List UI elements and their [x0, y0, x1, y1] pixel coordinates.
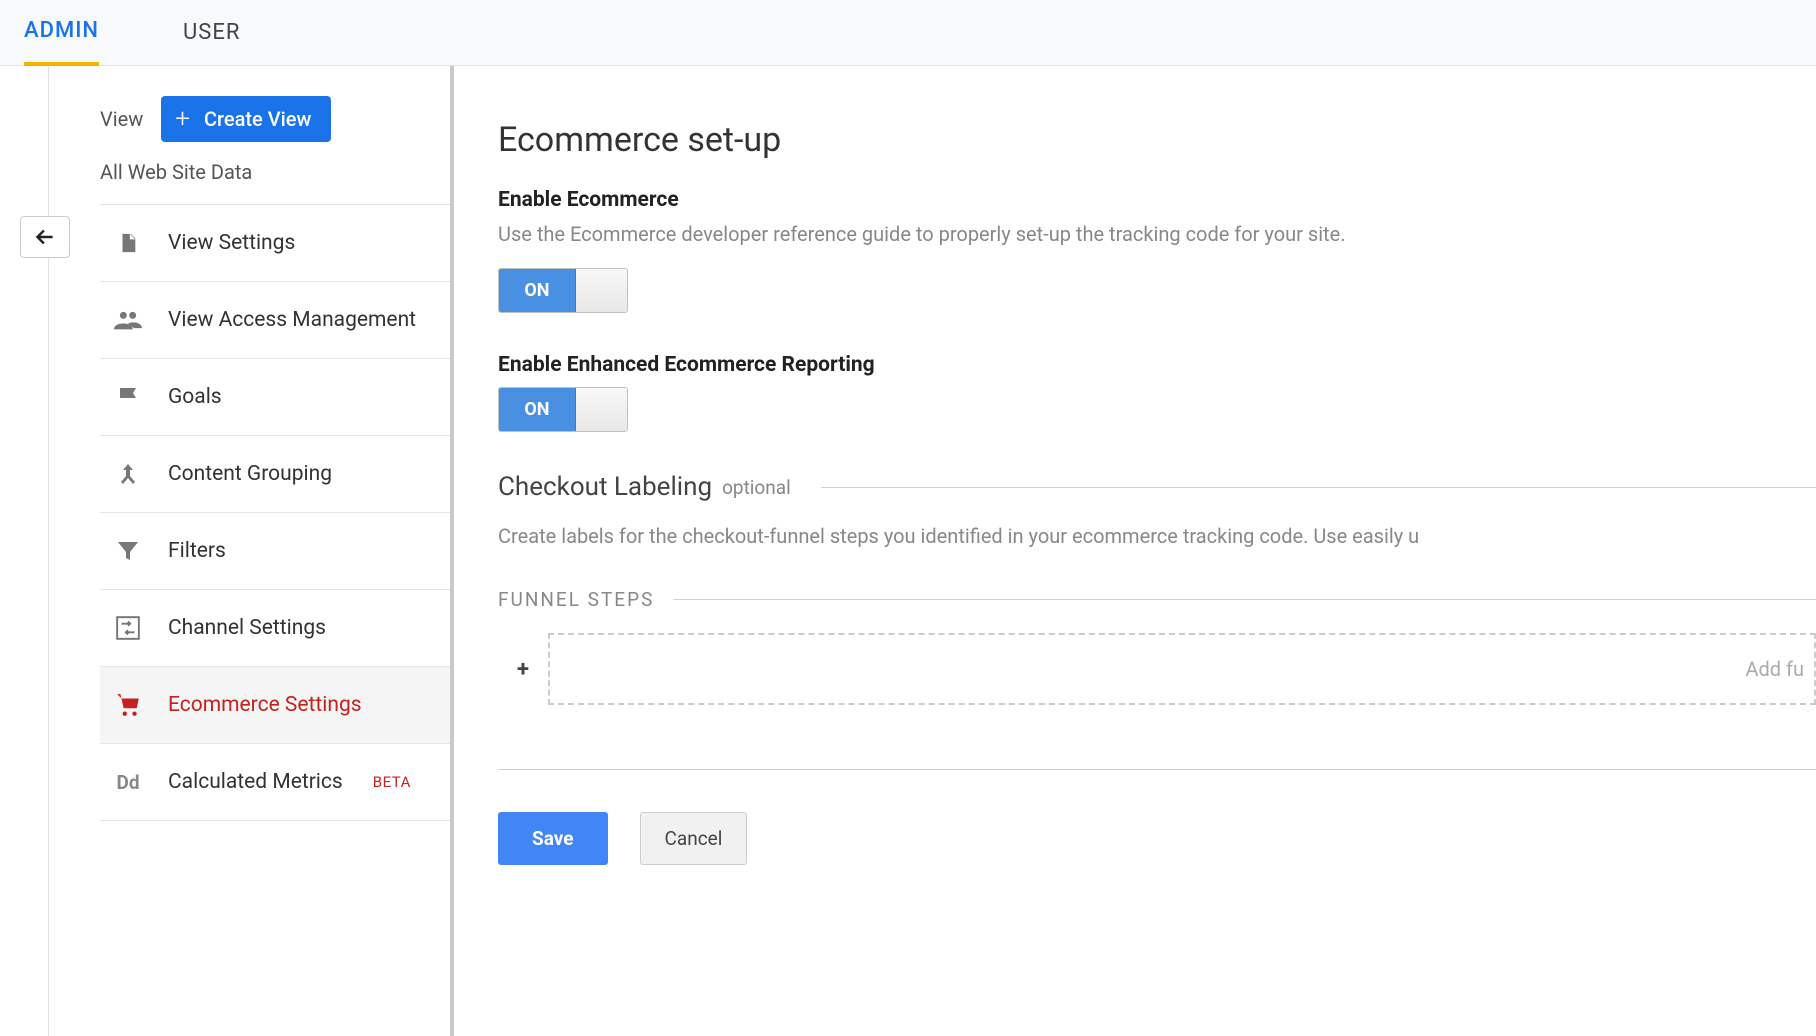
- heading-line: [821, 487, 1816, 488]
- top-tabs: ADMIN USER: [0, 0, 1816, 66]
- toggle-on-label: ON: [499, 269, 576, 312]
- flag-icon: [114, 383, 142, 411]
- view-label: View: [100, 107, 143, 131]
- beta-badge: BETA: [373, 773, 411, 791]
- sidebar-item-label: View Access Management: [168, 308, 416, 332]
- merge-icon: [114, 460, 142, 488]
- sidebar-item-content-grouping[interactable]: Content Grouping: [100, 436, 450, 513]
- add-funnel-step-box[interactable]: Add fu: [548, 633, 1816, 705]
- sidebar-item-label: Goals: [168, 385, 222, 409]
- vertical-line: [48, 66, 49, 1036]
- people-icon: [114, 306, 142, 334]
- plus-icon: +: [175, 106, 190, 132]
- page-icon: [114, 229, 142, 257]
- sidebar-item-channel-settings[interactable]: Channel Settings: [100, 590, 450, 667]
- sidebar-item-label: Calculated Metrics: [168, 770, 343, 794]
- toggle-handle: [576, 269, 627, 312]
- actions: Save Cancel: [498, 812, 1816, 865]
- funnel-icon: [114, 537, 142, 565]
- checkout-desc: Create labels for the checkout-funnel st…: [498, 524, 1816, 548]
- sidebar: View + Create View All Web Site Data Vie…: [6, 66, 454, 1036]
- sidebar-item-view-access[interactable]: View Access Management: [100, 282, 450, 359]
- tab-admin[interactable]: ADMIN: [24, 0, 99, 66]
- add-funnel-label: Add fu: [1745, 657, 1804, 681]
- funnel-row: + Add fu: [498, 633, 1816, 705]
- dd-icon: Dd: [114, 768, 142, 796]
- enable-ecommerce-heading: Enable Ecommerce: [498, 188, 1816, 212]
- divider: [498, 769, 1816, 770]
- cancel-button[interactable]: Cancel: [640, 812, 748, 865]
- sidebar-item-filters[interactable]: Filters: [100, 513, 450, 590]
- create-view-button[interactable]: + Create View: [161, 96, 331, 142]
- view-header: View + Create View: [100, 96, 450, 142]
- channel-icon: [114, 614, 142, 642]
- toggle-on-label: ON: [499, 388, 576, 431]
- enhanced-heading: Enable Enhanced Ecommerce Reporting: [498, 353, 1816, 377]
- add-funnel-step-button[interactable]: +: [498, 657, 548, 682]
- content-area: Ecommerce set-up Enable Ecommerce Use th…: [454, 66, 1816, 1036]
- create-view-label: Create View: [204, 107, 311, 131]
- sidebar-item-label: Filters: [168, 539, 226, 563]
- funnel-heading-text: FUNNEL STEPS: [498, 588, 654, 611]
- page-title: Ecommerce set-up: [498, 120, 1816, 160]
- arrow-left-icon: [32, 224, 58, 250]
- sidebar-item-goals[interactable]: Goals: [100, 359, 450, 436]
- sidebar-item-calculated-metrics[interactable]: Dd Calculated Metrics BETA: [100, 744, 450, 821]
- view-subtitle[interactable]: All Web Site Data: [100, 160, 450, 184]
- sidebar-item-label: View Settings: [168, 231, 295, 255]
- tab-user[interactable]: USER: [183, 0, 240, 66]
- save-button[interactable]: Save: [498, 812, 608, 865]
- toggle-handle: [576, 388, 627, 431]
- enhanced-toggle[interactable]: ON: [498, 387, 628, 432]
- heading-line: [674, 599, 1816, 600]
- sidebar-item-view-settings[interactable]: View Settings: [100, 205, 450, 282]
- sidebar-item-label: Ecommerce Settings: [168, 693, 362, 717]
- sidebar-item-label: Content Grouping: [168, 462, 332, 486]
- sidebar-item-ecommerce-settings[interactable]: Ecommerce Settings: [100, 667, 450, 744]
- enable-ecommerce-desc: Use the Ecommerce developer reference gu…: [498, 222, 1816, 246]
- checkout-heading: Checkout Labeling optional: [498, 472, 1816, 502]
- funnel-heading: FUNNEL STEPS: [498, 588, 1816, 611]
- cart-icon: [114, 691, 142, 719]
- optional-label: optional: [722, 476, 791, 499]
- enable-ecommerce-toggle[interactable]: ON: [498, 268, 628, 313]
- checkout-heading-text: Checkout Labeling: [498, 472, 712, 502]
- back-button[interactable]: [20, 216, 70, 258]
- sidebar-item-label: Channel Settings: [168, 616, 326, 640]
